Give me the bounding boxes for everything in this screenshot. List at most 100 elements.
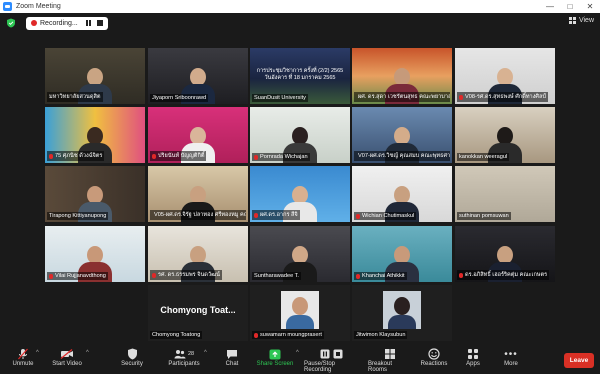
shield-icon[interactable] xyxy=(6,18,16,28)
video-off-icon xyxy=(60,349,73,359)
muted-mic-icon xyxy=(459,94,463,100)
security-shield-icon xyxy=(127,348,137,360)
muted-mic-icon xyxy=(49,273,53,279)
apps-icon xyxy=(468,349,478,359)
apps-button[interactable]: Apps xyxy=(462,347,484,373)
video-tile[interactable]: Jiyaporn Sriboonrawd xyxy=(148,48,248,104)
participant-name: รศ. ดร.ธรรมพร จินดวัฒน์ xyxy=(150,270,222,280)
breakout-rooms-icon xyxy=(385,349,395,359)
mic-muted-icon xyxy=(18,348,28,360)
maximize-button[interactable]: □ xyxy=(560,0,580,13)
muted-mic-icon xyxy=(49,153,53,159)
video-tile[interactable]: 75 ศุภนิช ด้วงฉ์จิตร xyxy=(45,107,145,163)
participants-button[interactable]: 28 Participants xyxy=(166,347,202,373)
participant-name: Chomyong Toatong xyxy=(150,331,203,339)
video-tile[interactable]: V08-รศ.ดร.สุทธพงษ์ ศักดิ์ทางศิลป์ xyxy=(455,48,555,104)
profile-picture xyxy=(281,291,319,329)
video-tile[interactable]: ผศ.ดร.อากร สีจิ xyxy=(250,166,350,222)
participant-name: Wichian Chutimaskul xyxy=(354,212,417,220)
participant-name: Tirapong Kittiyanupong xyxy=(47,212,109,220)
view-button[interactable]: View xyxy=(568,17,594,24)
reactions-label: Reactions xyxy=(420,361,448,367)
video-tile[interactable]: suthinan pomsuwan xyxy=(455,166,555,222)
video-tile[interactable]: V05-ผศ.ดร.จิรัฐ ปลาทอง ศรีทองหมู คณะ xyxy=(148,166,248,222)
share-screen-button[interactable]: Share Screen xyxy=(256,347,294,373)
share-options-chevron-icon[interactable]: ^ xyxy=(296,350,299,356)
leave-button[interactable]: Leave xyxy=(564,353,594,368)
video-tile[interactable]: Wichian Chutimaskul xyxy=(352,166,452,222)
video-tile[interactable]: Chomyong Toat... Chomyong Toatong xyxy=(148,285,248,341)
start-video-label: Start Video xyxy=(52,361,82,367)
participant-name: 75 ศุภนิช ด้วงฉ์จิตร xyxy=(47,151,105,161)
video-tile[interactable]: Khanchai Athikkit xyxy=(352,226,452,282)
participant-name: Suntharawadee T. xyxy=(252,272,301,280)
grid-view-icon xyxy=(568,17,576,24)
view-label: View xyxy=(578,17,594,24)
meeting-toolbar: Unmute ^ Start Video ^ Security 28 Parti… xyxy=(0,344,600,374)
participant-name: Khanchai Athikkit xyxy=(354,272,407,280)
more-button[interactable]: ••• More xyxy=(500,347,522,373)
title-bar: Zoom Meeting — □ ✕ xyxy=(0,0,600,13)
muted-mic-icon xyxy=(254,154,258,160)
video-options-chevron-icon[interactable]: ^ xyxy=(86,350,89,356)
participants-icon xyxy=(174,350,186,359)
video-tile[interactable]: ปริยนันท์ บัญญติกิติ์ xyxy=(148,107,248,163)
apps-label: Apps xyxy=(466,361,480,367)
video-tile[interactable]: มหาวิทยาลัยสวนดุสิต xyxy=(45,48,145,104)
participant-name: V08-รศ.ดร.สุทธพงษ์ ศักดิ์ทางศิลป์ xyxy=(457,92,548,102)
participant-name: ปริยนันท์ บัญญติกิติ์ xyxy=(150,151,207,161)
participant-name: Pornrada Wichajan xyxy=(252,153,310,161)
chat-button[interactable]: Chat xyxy=(222,347,242,373)
participants-options-chevron-icon[interactable]: ^ xyxy=(204,350,207,356)
profile-picture xyxy=(383,291,421,329)
participants-count: 28 xyxy=(187,351,195,357)
recording-dot-icon xyxy=(31,20,37,26)
zoom-window: Zoom Meeting — □ ✕ Recording... View มหา… xyxy=(0,0,600,374)
recording-label: Recording... xyxy=(40,19,78,27)
breakout-rooms-button[interactable]: Breakout Rooms xyxy=(368,347,412,373)
video-tile[interactable]: suwamarn moungprasert xyxy=(250,285,350,341)
video-tile[interactable]: Jitwimon Klaysubun xyxy=(352,285,452,341)
video-tile[interactable]: Suntharawadee T. xyxy=(250,226,350,282)
chat-label: Chat xyxy=(225,361,239,367)
video-tile[interactable]: Tirapong Kittiyanupong xyxy=(45,166,145,222)
reactions-button[interactable]: Reactions xyxy=(420,347,448,373)
participant-name: ดร.อภิสิทธิ์ เฮอร์ริคตุ่ม คณะเกษตร xyxy=(457,270,550,280)
security-button[interactable]: Security xyxy=(118,347,146,373)
participant-name: ผศ. ดร.สุดา เวชรัตนสุทธ คณะพยาบาลศาสตร์ xyxy=(354,92,450,102)
window-title: Zoom Meeting xyxy=(16,3,61,10)
participant-name: มหาวิทยาลัยสวนดุสิต xyxy=(47,92,103,102)
muted-mic-icon xyxy=(152,153,156,159)
video-tile[interactable]: Vilai Rujjanavdthong xyxy=(45,226,145,282)
security-label: Security xyxy=(121,361,143,367)
close-button[interactable]: ✕ xyxy=(580,0,600,13)
video-tile[interactable]: การประชุมวิชาการ ครั้งที่ (2/2) 2565 วัน… xyxy=(250,48,350,104)
unmute-label: Unmute xyxy=(12,361,34,367)
muted-mic-icon xyxy=(254,332,258,338)
pause-icon xyxy=(320,349,329,359)
unmute-options-chevron-icon[interactable]: ^ xyxy=(36,350,39,356)
video-tile[interactable]: kanokkan weeragul xyxy=(455,107,555,163)
chat-icon xyxy=(227,349,237,359)
video-tile[interactable]: V07-ผศ.ดร.วิชญ์ คุณสมบ คณะพุทธศาสตร์ xyxy=(352,107,452,163)
pause-recording-icon[interactable] xyxy=(85,20,91,26)
meeting-topbar: Recording... View xyxy=(0,13,600,33)
minimize-button[interactable]: — xyxy=(540,0,560,13)
participant-big-name: Chomyong Toat... xyxy=(160,305,236,315)
participant-name: Jitwimon Klaysubun xyxy=(354,331,408,339)
participants-label: Participants xyxy=(168,361,200,367)
start-video-button[interactable]: Start Video xyxy=(50,347,84,373)
stop-icon xyxy=(333,349,342,359)
muted-mic-icon xyxy=(152,272,156,278)
video-tile[interactable]: รศ. ดร.ธรรมพร จินดวัฒน์ xyxy=(148,226,248,282)
muted-mic-icon xyxy=(356,273,360,279)
video-tile[interactable]: ดร.อภิสิทธิ์ เฮอร์ริคตุ่ม คณะเกษตร xyxy=(455,226,555,282)
participant-name: kanokkan weeragul xyxy=(457,153,510,161)
video-tile[interactable]: Pornrada Wichajan xyxy=(250,107,350,163)
participant-name: Jiyaporn Sriboonrawd xyxy=(150,94,209,102)
pause-stop-recording-button[interactable]: Pause/Stop Recording xyxy=(304,347,358,373)
more-dots-icon: ••• xyxy=(504,348,518,360)
unmute-button[interactable]: Unmute xyxy=(8,347,38,373)
stop-recording-icon[interactable] xyxy=(96,20,103,26)
video-tile[interactable]: ผศ. ดร.สุดา เวชรัตนสุทธ คณะพยาบาลศาสตร์ xyxy=(352,48,452,104)
